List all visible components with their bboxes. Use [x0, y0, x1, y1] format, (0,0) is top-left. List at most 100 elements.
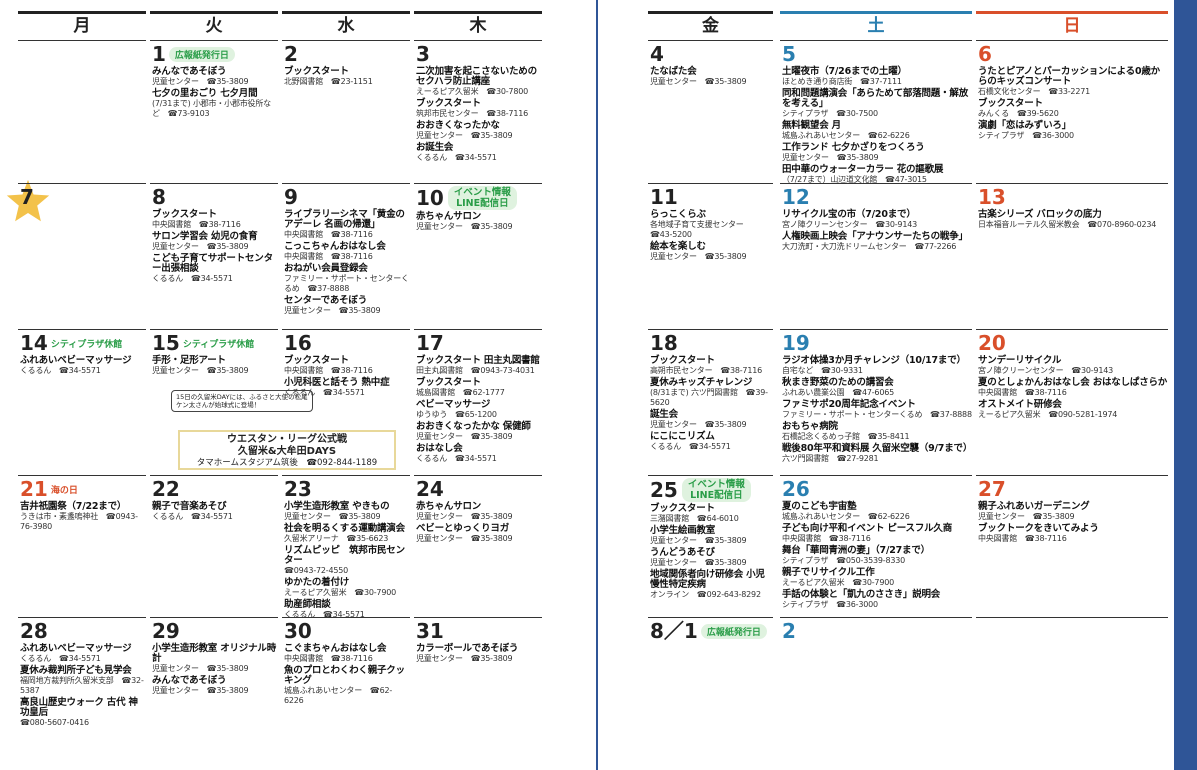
event-title: 小学生造形教室 やきもの — [284, 501, 390, 512]
event-title: ライブラリーシネマ「黄金のアデーレ 名画の帰還」 — [284, 209, 405, 230]
day-header: 11 — [650, 186, 773, 208]
calendar-event: にこにこリズム くるるん ☎34-5571 — [650, 432, 773, 452]
event-title: ブックスタート — [650, 503, 715, 514]
calendar-event: 赤ちゃんサロン 児童センター ☎35-3809 — [416, 502, 542, 522]
event-detail: シティプラザ ☎30-7500 — [782, 109, 878, 118]
calendar-event: 七夕の里おごり 七夕月間 (7/31まで) 小郡市・小郡市役所など ☎73-910… — [152, 89, 278, 119]
event-detail: 中央図書館 ☎38-7116 — [152, 220, 241, 229]
day-header — [978, 620, 1168, 639]
day-header: 31 — [416, 620, 542, 642]
event-title: こっこちゃんおはなし会 — [284, 241, 386, 252]
event-title: 子ども向け平和イベント ピースフル久商 — [782, 523, 953, 534]
calendar-event: ブックスタート 北野図書館 ☎23-1151 — [284, 67, 410, 87]
calendar-event: 手形・足形アート 児童センター ☎35-3809 — [152, 356, 278, 376]
event-title: みんなであそぼう — [152, 66, 227, 77]
day-number: 17 — [416, 331, 444, 355]
calendar-left-page: 15日の久留米DAYには、ふるさと大使の松尾ケン太さんが始球式に登場！ ウエスタ… — [0, 0, 596, 770]
calendar-event: 同和問題講演会「あらためて部落問題・解放を考える」 シティプラザ ☎30-7500 — [782, 89, 972, 119]
calendar-event: ラジオ体操3か月チャレンジ（10/17まで） 自宅など ☎30-9331 — [782, 356, 972, 376]
event-detail: ファミリー・サポート・センターくるめ ☎37-8888 — [782, 410, 972, 419]
calendar-event: 無料観望会 月城島ふれあいセンター ☎62-6226 — [782, 121, 972, 141]
calendar-event: 夏のとしょかんおはなし会 おはなしぱさらか 中央図書館 ☎38-7116 — [978, 378, 1168, 398]
day-header: 14 シティプラザ休館 — [20, 332, 146, 354]
calendar-event: 小学生造形教室 やきもの 児童センター ☎35-3809 — [284, 502, 410, 522]
day-number: 27 — [978, 477, 1006, 501]
event-detail: くるるん ☎34-5571 — [20, 654, 101, 663]
day-header: 9 — [284, 186, 410, 208]
event-detail: 児童センター ☎35-3809 — [650, 77, 747, 86]
calendar-day-cell: 17 ブックスタート 田主丸図書館 田主丸図書館 ☎0943-73-4031 ブックス… — [414, 329, 542, 475]
calendar-event: ふれあいベビーマッサージ くるるん ☎34-5571 — [20, 644, 146, 664]
event-detail: シティプラザ ☎36-3000 — [782, 600, 878, 609]
calendar-day-cell: 14 シティプラザ休館 ふれあいベビーマッサージ くるるん ☎34-5571 — [18, 329, 146, 475]
calendar-day-cell: 8 ブックスタート 中央図書館 ☎38-7116 サロン学習会 幼児の食育 児童センター… — [150, 183, 278, 329]
publication-day-badge: 広報紙発行日 — [700, 623, 767, 639]
event-detail: 中央図書館 ☎38-7116 — [284, 654, 373, 663]
day-header: 2 — [782, 620, 972, 642]
event-detail: 児童センター ☎35-3809 — [416, 222, 513, 231]
event-title: 二次加害を起こさないためのセクハラ防止講座 — [416, 66, 537, 87]
calendar-day-cell — [18, 40, 146, 183]
day-header: 16 — [284, 332, 410, 354]
event-title: 魚のプロとわくわく親子クッキング — [284, 665, 405, 686]
calendar-event: 土曜夜市（7/26までの土曜） ほとめき通り商店街 ☎37-7111 — [782, 67, 972, 87]
calendar-day-cell: 15 シティプラザ休館 手形・足形アート 児童センター ☎35-3809 — [150, 329, 278, 475]
event-title: ブックスタート — [650, 355, 715, 366]
day-number: 19 — [782, 331, 810, 355]
event-detail: 各地域子育て支援センター ☎43-5200 — [650, 220, 752, 239]
calendar-event: ブックスタート 中央図書館 ☎38-7116 — [284, 356, 410, 376]
calendar-event: 夏休み裁判所子ども見学会 福岡地方裁判所久留米支部 ☎32-5387 — [20, 666, 146, 696]
day-number: 26 — [782, 477, 810, 501]
event-title: 絵本を楽しむ — [650, 241, 706, 252]
day-header: 19 — [782, 332, 972, 354]
day-header: 2 — [284, 43, 410, 65]
event-detail: (8/31まで) 六ツ門図書館 ☎39-5620 — [650, 388, 768, 407]
calendar-day-cell: 27 親子ふれあいガーデニング 児童センター ☎35-3809 ブックトークをきいてみ… — [976, 475, 1168, 617]
event-title: サンデーリサイクル — [978, 355, 1062, 366]
event-detail: うきは市・素盞嗚神社 ☎0943-76-3980 — [20, 512, 138, 531]
event-title: うんどうあそび — [650, 547, 715, 558]
event-title: リズムピッピ 筑邦市民センター — [284, 545, 405, 566]
event-title: 人権映画上映会「アナウンサーたちの戦争」 — [782, 231, 968, 242]
calendar-day-cell: 18 ブックスタート 高朔市民センター ☎38-7116 夏休みキッズチャレンジ (8/… — [648, 329, 773, 475]
day-header: 26 — [782, 478, 972, 500]
event-title: 夏のとしょかんおはなし会 おはなしぱさらか — [978, 377, 1168, 388]
day-number: 11 — [650, 185, 678, 209]
weekday-header: 水 — [282, 11, 410, 39]
event-detail: 児童センター ☎35-3809 — [650, 420, 747, 429]
calendar-event: ブックトークをきいてみよう 中央図書館 ☎38-7116 — [978, 524, 1168, 544]
event-title: ブックスタート — [284, 66, 349, 77]
calendar-event: 小学生造形教室 オリジナル時計 児童センター ☎35-3809 — [152, 644, 278, 674]
event-title: 田中華のウォーターカラー 花の謳歌展 — [782, 164, 944, 175]
event-title: ブックスタート — [416, 377, 481, 388]
event-title: 手話の体験と「凱九のささき」説明会 — [782, 589, 941, 600]
event-title: 土曜夜市（7/26までの土曜） — [782, 66, 907, 77]
event-detail: (7/31まで) 小郡市・小郡市役所など ☎73-9103 — [152, 99, 271, 118]
day-header: 3 — [416, 43, 542, 65]
day-header: 17 — [416, 332, 542, 354]
event-title: 同和問題講演会「あらためて部落問題・解放を考える」 — [782, 88, 969, 109]
calendar-event: こっこちゃんおはなし会 中央図書館 ☎38-7116 — [284, 242, 410, 262]
calendar-event: ブックスタート 中央図書館 ☎38-7116 — [152, 210, 278, 230]
event-title: ブックスタート — [284, 355, 349, 366]
calendar-event: お誕生会 くるるん ☎34-5571 — [416, 143, 542, 163]
day-header: 27 — [978, 478, 1168, 500]
event-detail: くるるん ☎34-5571 — [650, 442, 731, 451]
event-title: らっこくらぶ — [650, 209, 706, 220]
day-number: 7 — [20, 185, 34, 209]
calendar-event: ブックスタート 高朔市民センター ☎38-7116 — [650, 356, 773, 376]
calendar-event: らっこくらぶ 各地域子育て支援センター ☎43-5200 — [650, 210, 773, 240]
calendar-right-page: 金土日 4 たなばた会 児童センター ☎35-3809 5 土曜夜市（7/26までの土曜）… — [598, 0, 1174, 770]
event-title: 吉井祇園祭（7/22まで） — [20, 501, 127, 512]
event-detail: 城島ふれあいセンター ☎62-6226 — [782, 512, 910, 521]
event-detail: 児童センター ☎35-3809 — [416, 432, 513, 441]
calendar-event: みんなであそぼう 児童センター ☎35-3809 — [152, 67, 278, 87]
event-detail: シティプラザ ☎050-3539-8330 — [782, 556, 906, 565]
event-detail: えーるピア久留米 ☎30-7900 — [782, 578, 894, 587]
event-title: お誕生会 — [416, 142, 454, 153]
calendar-day-cell: 6 うたとピアノとパーカッションによる0歳からのキッズコンサート 石橋文化センター … — [976, 40, 1168, 183]
calendar-event: 吉井祇園祭（7/22まで） うきは市・素盞嗚神社 ☎0943-76-3980 — [20, 502, 146, 532]
calendar-event: 戦後80年平和資料展 久留米空襲（9/7まで） 六ツ門図書館 ☎27-9281 — [782, 444, 972, 464]
calendar-event: ベビーとゆっくりヨガ 児童センター ☎35-3809 — [416, 524, 542, 544]
event-detail: 児童センター ☎35-3809 — [284, 306, 381, 315]
